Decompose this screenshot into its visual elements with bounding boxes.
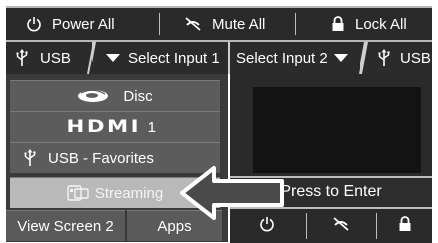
callout-arrow-icon	[180, 166, 284, 220]
app-window: Power All Mute All Lock All USB Select I…	[0, 0, 438, 243]
